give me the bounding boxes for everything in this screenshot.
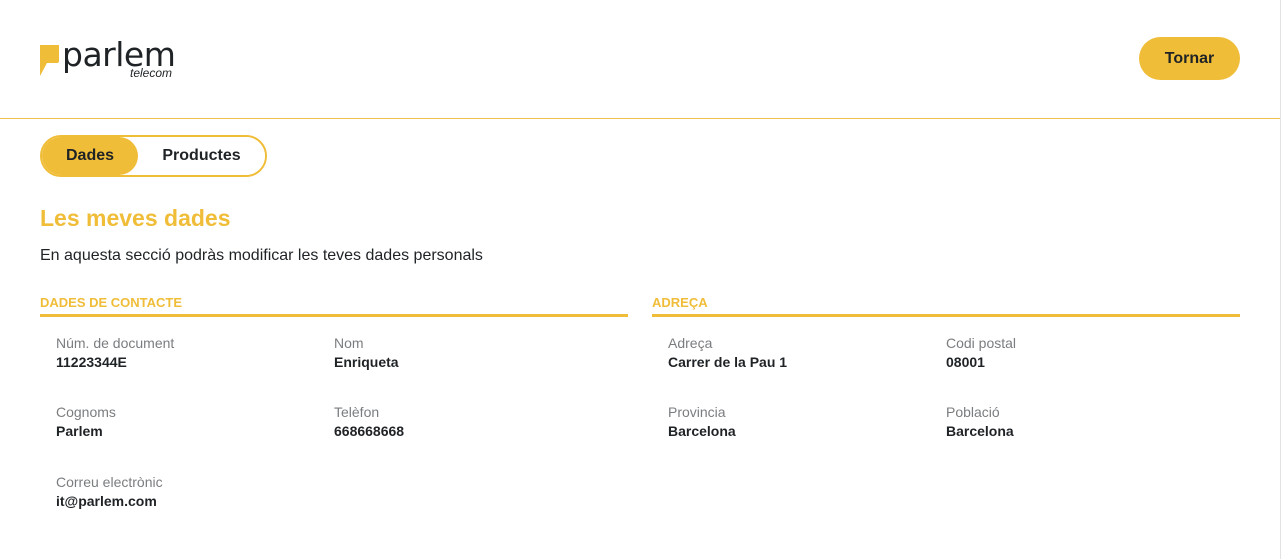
field-phone: Telèfon 668668668 xyxy=(334,404,594,440)
field-surname: Cognoms Parlem xyxy=(56,404,316,440)
address-section: ADREÇA Adreça Carrer de la Pau 1 Codi po… xyxy=(652,294,1240,439)
field-label: Codi postal xyxy=(946,335,1017,351)
field-postal-code: Codi postal 08001 xyxy=(946,335,1206,371)
address-section-heading: ADREÇA xyxy=(652,294,1240,317)
field-label: Telèfon xyxy=(334,404,380,420)
field-value: Barcelona xyxy=(946,423,1014,439)
field-city: Població Barcelona xyxy=(946,404,1206,440)
page: parlem telecom Tornar Dades Productes Le… xyxy=(0,0,1281,559)
tab-productes[interactable]: Productes xyxy=(138,137,265,175)
field-value: 08001 xyxy=(946,354,985,370)
field-value: it@parlem.com xyxy=(56,493,157,509)
field-label: Població xyxy=(946,404,1000,420)
field-value: 11223344E xyxy=(56,354,127,370)
field-value: 668668668 xyxy=(334,423,405,439)
field-document-number: Núm. de document 11223344E xyxy=(56,335,316,371)
field-address: Adreça Carrer de la Pau 1 xyxy=(668,335,928,371)
field-first-name: Nom Enriqueta xyxy=(334,335,594,371)
page-title: Les meves dades xyxy=(40,205,231,231)
field-label: Adreça xyxy=(668,335,713,351)
field-value: Barcelona xyxy=(668,423,736,439)
field-label: Núm. de document xyxy=(56,335,175,351)
field-value: Enriqueta xyxy=(334,354,399,370)
field-value: Parlem xyxy=(56,423,103,439)
back-button[interactable]: Tornar xyxy=(1139,37,1240,80)
tab-bar: Dades Productes xyxy=(40,135,267,177)
field-email: Correu electrònic it@parlem.com xyxy=(56,474,316,510)
field-label: Nom xyxy=(334,335,364,351)
field-label: Correu electrònic xyxy=(56,474,163,490)
parlem-logo[interactable]: parlem telecom xyxy=(40,36,190,86)
logo-subtitle: telecom xyxy=(130,66,173,80)
field-value: Carrer de la Pau 1 xyxy=(668,354,788,370)
header: parlem telecom Tornar xyxy=(0,0,1280,119)
speech-bubble-icon xyxy=(40,45,59,76)
tab-dades[interactable]: Dades xyxy=(42,137,138,175)
field-label: Cognoms xyxy=(56,404,116,420)
page-subtitle: En aquesta secció podràs modificar les t… xyxy=(40,247,483,264)
field-province: Provincia Barcelona xyxy=(668,404,928,440)
field-label: Provincia xyxy=(668,404,726,420)
contact-section-heading: DADES DE CONTACTE xyxy=(40,294,628,317)
contact-section: DADES DE CONTACTE Núm. de document 11223… xyxy=(40,294,628,509)
